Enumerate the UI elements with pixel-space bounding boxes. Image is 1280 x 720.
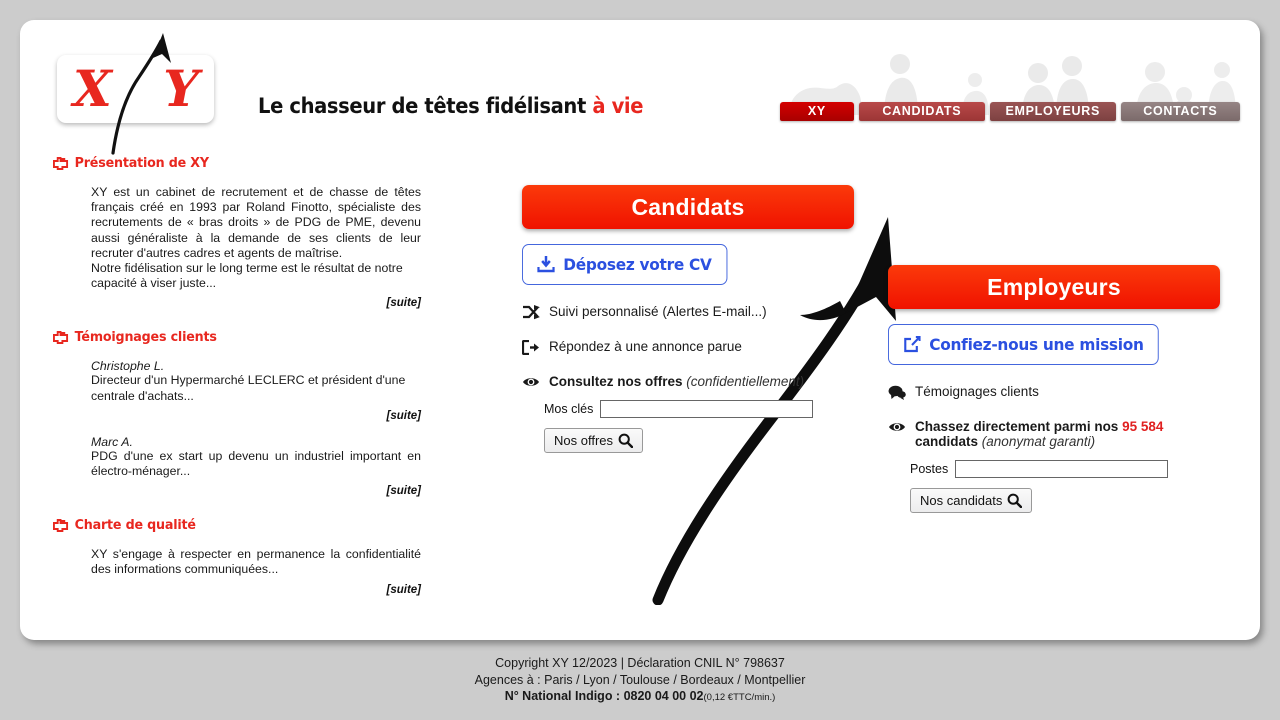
section-title-testimonials: Témoignages clients: [74, 329, 217, 346]
hunt-note: (anonymat garanti): [981, 434, 1096, 449]
testimonial-author: Marc A.: [91, 434, 133, 449]
charter-body: XY s'engage à respecter en permanence la…: [91, 547, 421, 577]
footer-agencies: Agences à : Paris / Lyon / Toulouse / Bo…: [474, 672, 806, 687]
eye-icon: [523, 378, 539, 386]
consult-offers-strong: Consultez nos offres: [549, 374, 683, 389]
site-header: X Y Le chasseur de têtes fidélisant à vi…: [20, 20, 1260, 155]
reply-ad-label: Répondez à une annonce parue: [549, 339, 742, 354]
search-icon: [1007, 493, 1023, 508]
employer-testimonials-row[interactable]: Témoignages clients: [888, 384, 1238, 400]
entrust-mission-label: Confiez-nous une mission: [929, 335, 1144, 354]
footer-phone-row: N° National Indigo : 0820 04 00 02(0,12 …: [0, 688, 1280, 707]
testimonial-item: Christophe L. Directeur d'un Hypermarché…: [53, 359, 443, 421]
employers-panel: Employeurs Confiez-nous une mission Témo…: [888, 265, 1238, 513]
hunt-candidates-label: Chassez directement parmi nos 95 584 can…: [915, 419, 1205, 449]
pointing-hand-icon: [53, 330, 69, 344]
page-footer: Copyright XY 12/2023 | Déclaration CNIL …: [0, 655, 1280, 707]
charter-more-link[interactable]: [suite]: [53, 584, 422, 596]
search-offers-button[interactable]: Nos offres: [544, 428, 644, 453]
slogan-accent: à vie: [592, 94, 644, 118]
external-link-icon: [904, 336, 921, 353]
left-column: Présentation de XY XY est un cabinet de …: [53, 155, 443, 596]
keywords-input[interactable]: [600, 400, 814, 418]
nav-item-employeurs[interactable]: EMPLOYEURS: [989, 102, 1116, 121]
search-icon: [618, 433, 634, 448]
consult-offers-row[interactable]: Consultez nos offres (confidentiellement…: [522, 374, 872, 389]
section-title-presentation: Présentation de XY: [74, 155, 209, 171]
logo-letter-y: Y: [163, 59, 199, 118]
logo-letter-x: X: [73, 59, 112, 118]
hunt-prefix: Chassez directement parmi nos: [915, 419, 1123, 434]
entrust-mission-button[interactable]: Confiez-nous une mission: [888, 324, 1160, 365]
testimonial-more-link[interactable]: [suite]: [53, 485, 422, 497]
candidates-title-button[interactable]: Candidats: [522, 185, 854, 229]
candidates-panel: Candidats Déposez votre CV Suivi personn…: [522, 185, 872, 453]
reply-ad-row[interactable]: Répondez à une annonce parue: [522, 339, 872, 355]
footer-phone: N° National Indigo : 0820 04 00 02: [504, 689, 704, 703]
testimonial-text: PDG d'une ex start up devenu un industri…: [91, 448, 421, 479]
hunt-suffix: candidats: [915, 434, 979, 449]
main-navigation[interactable]: XY CANDIDATS EMPLOYEURS CONTACTS: [780, 102, 1240, 122]
eye-icon: [889, 423, 905, 431]
presentation-body-2: Notre fidélisation sur le long terme est…: [91, 261, 403, 291]
search-candidates-label: Nos candidats: [920, 493, 1003, 508]
pointing-hand-icon: [53, 156, 69, 170]
nav-item-xy[interactable]: XY: [780, 102, 854, 121]
upload-cv-button[interactable]: Déposez votre CV: [522, 244, 728, 285]
nav-item-contacts[interactable]: CONTACTS: [1120, 102, 1240, 121]
upload-cv-label: Déposez votre CV: [563, 255, 712, 274]
search-offers-label: Nos offres: [554, 433, 614, 448]
comments-icon: [888, 385, 906, 400]
hunt-candidates-row[interactable]: Chassez directement parmi nos 95 584 can…: [888, 419, 1238, 449]
testimonial-more-link[interactable]: [suite]: [53, 410, 422, 422]
presentation-more-link[interactable]: [suite]: [53, 297, 422, 309]
logo[interactable]: X Y: [57, 33, 214, 155]
logo-letters: X Y: [57, 55, 214, 123]
employer-testimonials-label: Témoignages clients: [915, 384, 1039, 399]
page-card: X Y Le chasseur de têtes fidélisant à vi…: [20, 20, 1260, 640]
pointing-hand-icon: [53, 518, 69, 532]
site-slogan: Le chasseur de têtes fidélisant à vie: [258, 94, 644, 118]
section-heading-presentation: Présentation de XY: [53, 155, 420, 171]
slogan-main: Le chasseur de têtes fidélisant: [258, 94, 593, 118]
footer-phone-note: (0,12 €TTC/min.): [703, 692, 776, 703]
follow-up-label: Suivi personnalisé (Alertes E-mail...): [549, 304, 767, 319]
follow-up-row[interactable]: Suivi personnalisé (Alertes E-mail...): [522, 304, 872, 320]
consult-offers-label: Consultez nos offres (confidentiellement…: [549, 374, 804, 389]
upload-cv-icon: [537, 256, 555, 273]
shuffle-icon: [523, 305, 540, 320]
testimonial-author: Christophe L.: [91, 359, 165, 374]
testimonial-item: Marc A. PDG d'une ex start up devenu un …: [53, 435, 443, 497]
testimonial-text: Directeur d'un Hypermarché LECLERC et pr…: [91, 373, 406, 403]
posts-field-row: Postes: [910, 460, 1238, 478]
keywords-field-row: Mos clés: [544, 400, 872, 418]
section-heading-charter: Charte de qualité: [53, 517, 420, 533]
presentation-body: XY est un cabinet de recrutement et de c…: [91, 185, 421, 260]
keywords-label: Mos clés: [544, 402, 594, 416]
sign-out-icon: [522, 340, 539, 355]
posts-input[interactable]: [955, 460, 1169, 478]
nav-item-candidats[interactable]: CANDIDATS: [858, 102, 985, 121]
footer-copyright: Copyright XY 12/2023 | Déclaration CNIL …: [495, 656, 785, 670]
hunt-count: 95 584: [1122, 419, 1164, 434]
section-heading-testimonials: Témoignages clients: [53, 329, 420, 345]
section-title-charter: Charte de qualité: [74, 517, 196, 534]
consult-offers-note: (confidentiellement): [686, 374, 805, 389]
posts-label: Postes: [910, 462, 949, 476]
search-candidates-button[interactable]: Nos candidats: [910, 488, 1033, 513]
employers-title-button[interactable]: Employeurs: [888, 265, 1220, 309]
